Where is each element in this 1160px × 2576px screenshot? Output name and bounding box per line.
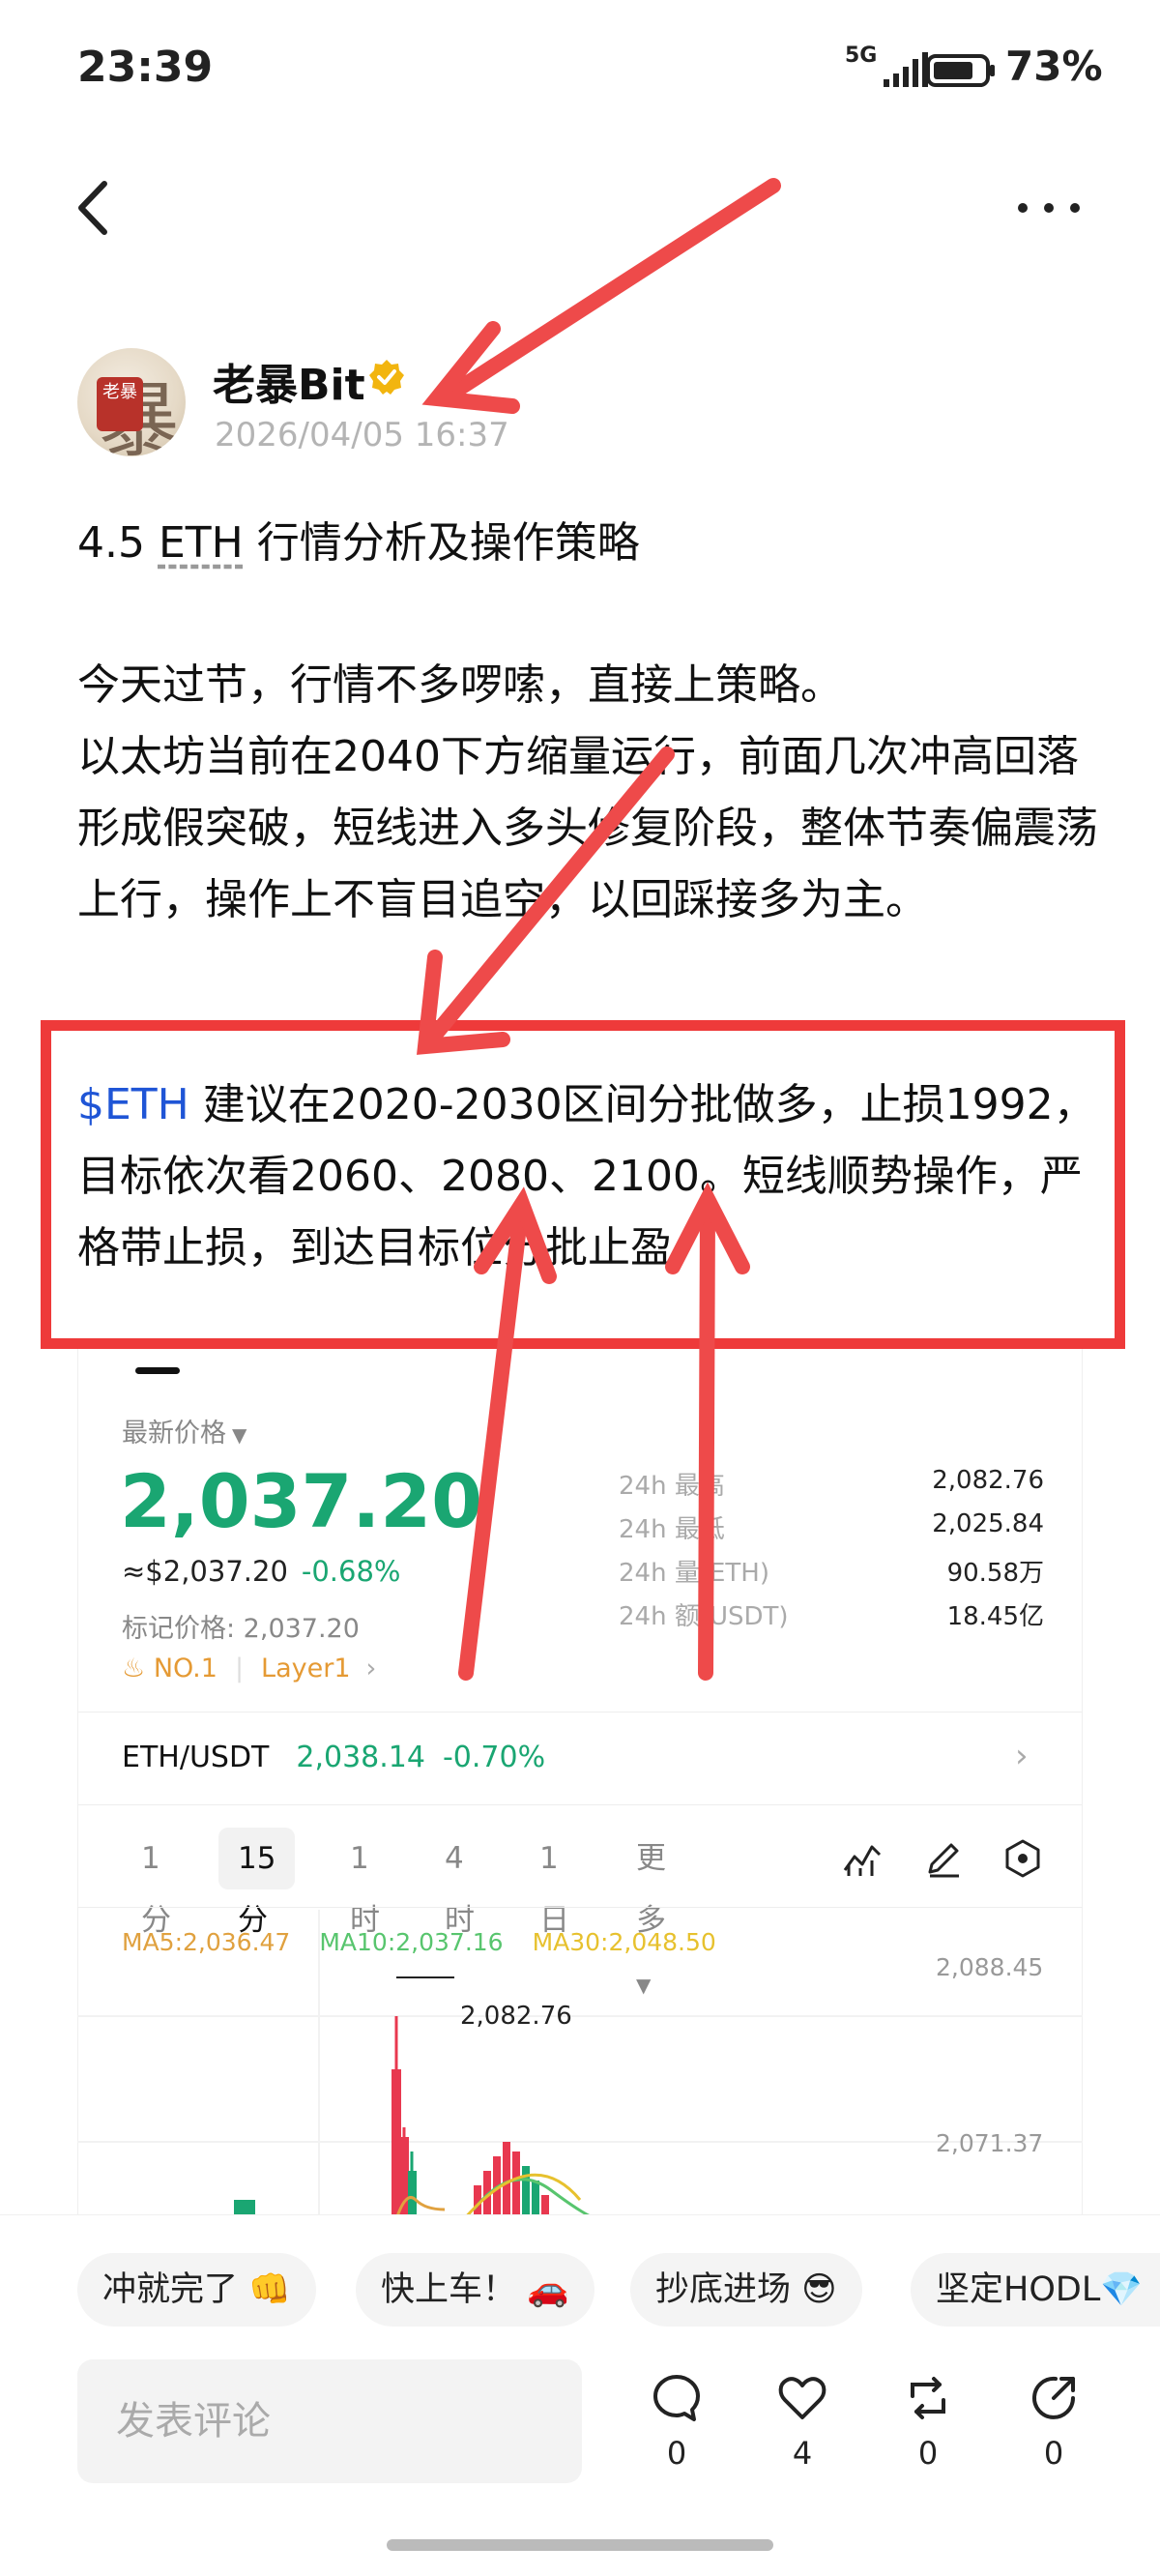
post-title-prefix: 4.5	[77, 518, 159, 568]
post-paragraph: 今天过节，行情不多啰嗦，直接上策略。	[77, 660, 843, 710]
candle	[392, 2069, 401, 2219]
home-indicator[interactable]	[387, 2539, 773, 2551]
stat-value: 90.58万	[946, 1559, 1044, 1588]
tab-1h[interactable]: 1时	[350, 1828, 380, 1938]
rank-divider: |	[234, 1654, 245, 1683]
repost-button[interactable]: 0	[889, 2371, 967, 2472]
high-marker-label: 2,082.76	[460, 2002, 572, 2031]
comment-input[interactable]: 发表评论	[77, 2359, 582, 2483]
annotation-box	[41, 1020, 1125, 1349]
price-change: -0.68%	[301, 1555, 401, 1588]
price-label-text: 最新价格	[122, 1419, 226, 1449]
quick-reply-chip[interactable]: 抄底进场 😎	[630, 2253, 862, 2327]
kline-chart[interactable]	[77, 1910, 1083, 2219]
battery-level: 73%	[1005, 43, 1103, 90]
y-axis-label: 2,071.37	[936, 2129, 1044, 2157]
fire-icon: ♨	[122, 1654, 146, 1683]
candle	[532, 2181, 539, 2219]
price-label[interactable]: 最新价格 ▼	[122, 1412, 246, 1449]
post-body: 今天过节，行情不多啰嗦，直接上策略。 以太坊当前在2040下方缩量运行，前面几次…	[77, 650, 1102, 936]
rank-row[interactable]: ♨ NO.1 | Layer1 ›	[122, 1654, 376, 1683]
avatar[interactable]: 暴 老暴	[77, 348, 186, 456]
author-name[interactable]: 老暴Bit	[213, 350, 365, 412]
stat-value: 18.45亿	[946, 1602, 1044, 1631]
category-tag: Layer1	[261, 1654, 351, 1683]
network-type: 5G	[845, 44, 878, 68]
stat-label: 24h 最低	[619, 1515, 725, 1544]
stats-panel: 24h 最高 2,082.76 24h 最低 2,025.84 24h 量(ETH)…	[619, 1466, 1044, 1640]
share-count: 0	[1043, 2435, 1064, 2472]
card-tab-indicator	[135, 1367, 180, 1374]
indicator-icon[interactable]	[841, 1837, 884, 1880]
stat-label: 24h 量(ETH)	[619, 1559, 769, 1588]
stat-value: 2,025.84	[932, 1509, 1044, 1538]
tab-4h[interactable]: 4时	[445, 1828, 475, 1938]
stat-row: 24h 最高 2,082.76	[619, 1466, 1044, 1509]
divider	[77, 1804, 1083, 1805]
chevron-right-icon[interactable]: ›	[1015, 1737, 1029, 1775]
stat-row: 24h 量(ETH) 90.58万	[619, 1553, 1044, 1596]
post-paragraph: 以太坊当前在2040下方缩量运行，前面几次冲高回落形成假突破，短线进入多头修复阶…	[77, 732, 1098, 924]
comment-bubble-icon	[653, 2375, 700, 2421]
tab-1min[interactable]: 1分	[141, 1828, 171, 1938]
status-time: 23:39	[77, 43, 214, 92]
ma5-label: MA5:2,036.47	[122, 1928, 291, 1956]
post-title-suffix: 行情分析及操作策略	[243, 518, 640, 568]
rank-badge: NO.1	[153, 1654, 218, 1683]
y-axis-label: 2,088.45	[936, 1953, 1044, 1981]
stat-label: 24h 额(USDT)	[619, 1602, 789, 1631]
post-timestamp: 2026/04/05 16:37	[215, 416, 509, 454]
repost-count: 0	[917, 2435, 939, 2472]
usd-price-row: ≈$2,037.20 -0.68%	[122, 1555, 400, 1588]
trading-pair-row[interactable]: ETH/USDT 2,038.14 -0.70%	[122, 1741, 545, 1774]
usd-price: ≈$2,037.20	[122, 1555, 288, 1588]
divider	[77, 1907, 1083, 1908]
candle	[512, 2152, 520, 2219]
stat-row: 24h 最低 2,025.84	[619, 1509, 1044, 1553]
pair-name: ETH/USDT	[122, 1741, 270, 1774]
back-arrow-icon[interactable]	[70, 174, 118, 242]
tab-more[interactable]: 更多 ▼	[636, 1828, 666, 1997]
candle	[408, 2171, 417, 2219]
quick-reply-chip[interactable]: 快上车！ 🚗	[356, 2253, 594, 2327]
tab-15min[interactable]: 15分	[218, 1828, 296, 1938]
more-icon[interactable]	[1015, 193, 1083, 222]
stat-row: 24h 额(USDT) 18.45亿	[619, 1596, 1044, 1640]
chevron-right-icon: ›	[365, 1654, 377, 1683]
post-title: 4.5 ETH 行情分析及操作策略	[77, 508, 640, 570]
verified-badge-icon	[369, 360, 404, 395]
tab-1d[interactable]: 1日	[539, 1828, 569, 1938]
pair-price: 2,038.14	[296, 1741, 425, 1774]
ma30-label: MA30:2,048.50	[532, 1928, 716, 1956]
share-button[interactable]: 0	[1015, 2371, 1092, 2472]
like-count: 4	[792, 2435, 813, 2472]
last-price: 2,037.20	[120, 1458, 483, 1544]
like-button[interactable]: 4	[764, 2371, 841, 2472]
pair-change: -0.70%	[442, 1741, 546, 1774]
status-bar: 23:39 5G 73%	[0, 0, 1160, 145]
settings-hexagon-icon[interactable]	[1001, 1837, 1044, 1880]
repost-icon	[911, 2377, 945, 2419]
mark-price: 标记价格: 2,037.20	[122, 1614, 360, 1644]
battery-icon	[926, 54, 995, 87]
ma-legend: MA5:2,036.47 MA10:2,037.16 MA30:2,048.50	[122, 1928, 716, 1956]
quick-reply-chip[interactable]: 坚定HODL💎	[911, 2253, 1160, 2327]
stat-value: 2,082.76	[932, 1466, 1044, 1495]
caret-down-icon: ▼	[232, 1423, 247, 1447]
draw-pencil-icon[interactable]	[922, 1837, 965, 1880]
comment-count: 0	[666, 2435, 687, 2472]
share-icon	[1032, 2376, 1075, 2419]
heart-icon	[778, 2377, 826, 2419]
ma10-label: MA10:2,037.16	[319, 1928, 504, 1956]
stat-label: 24h 最高	[619, 1472, 725, 1501]
avatar-seal: 老暴	[97, 377, 143, 431]
eth-tag-link[interactable]: ETH	[159, 518, 244, 568]
quick-reply-chip[interactable]: 冲就完了 👊	[77, 2253, 316, 2327]
comment-button[interactable]: 0	[638, 2371, 715, 2472]
